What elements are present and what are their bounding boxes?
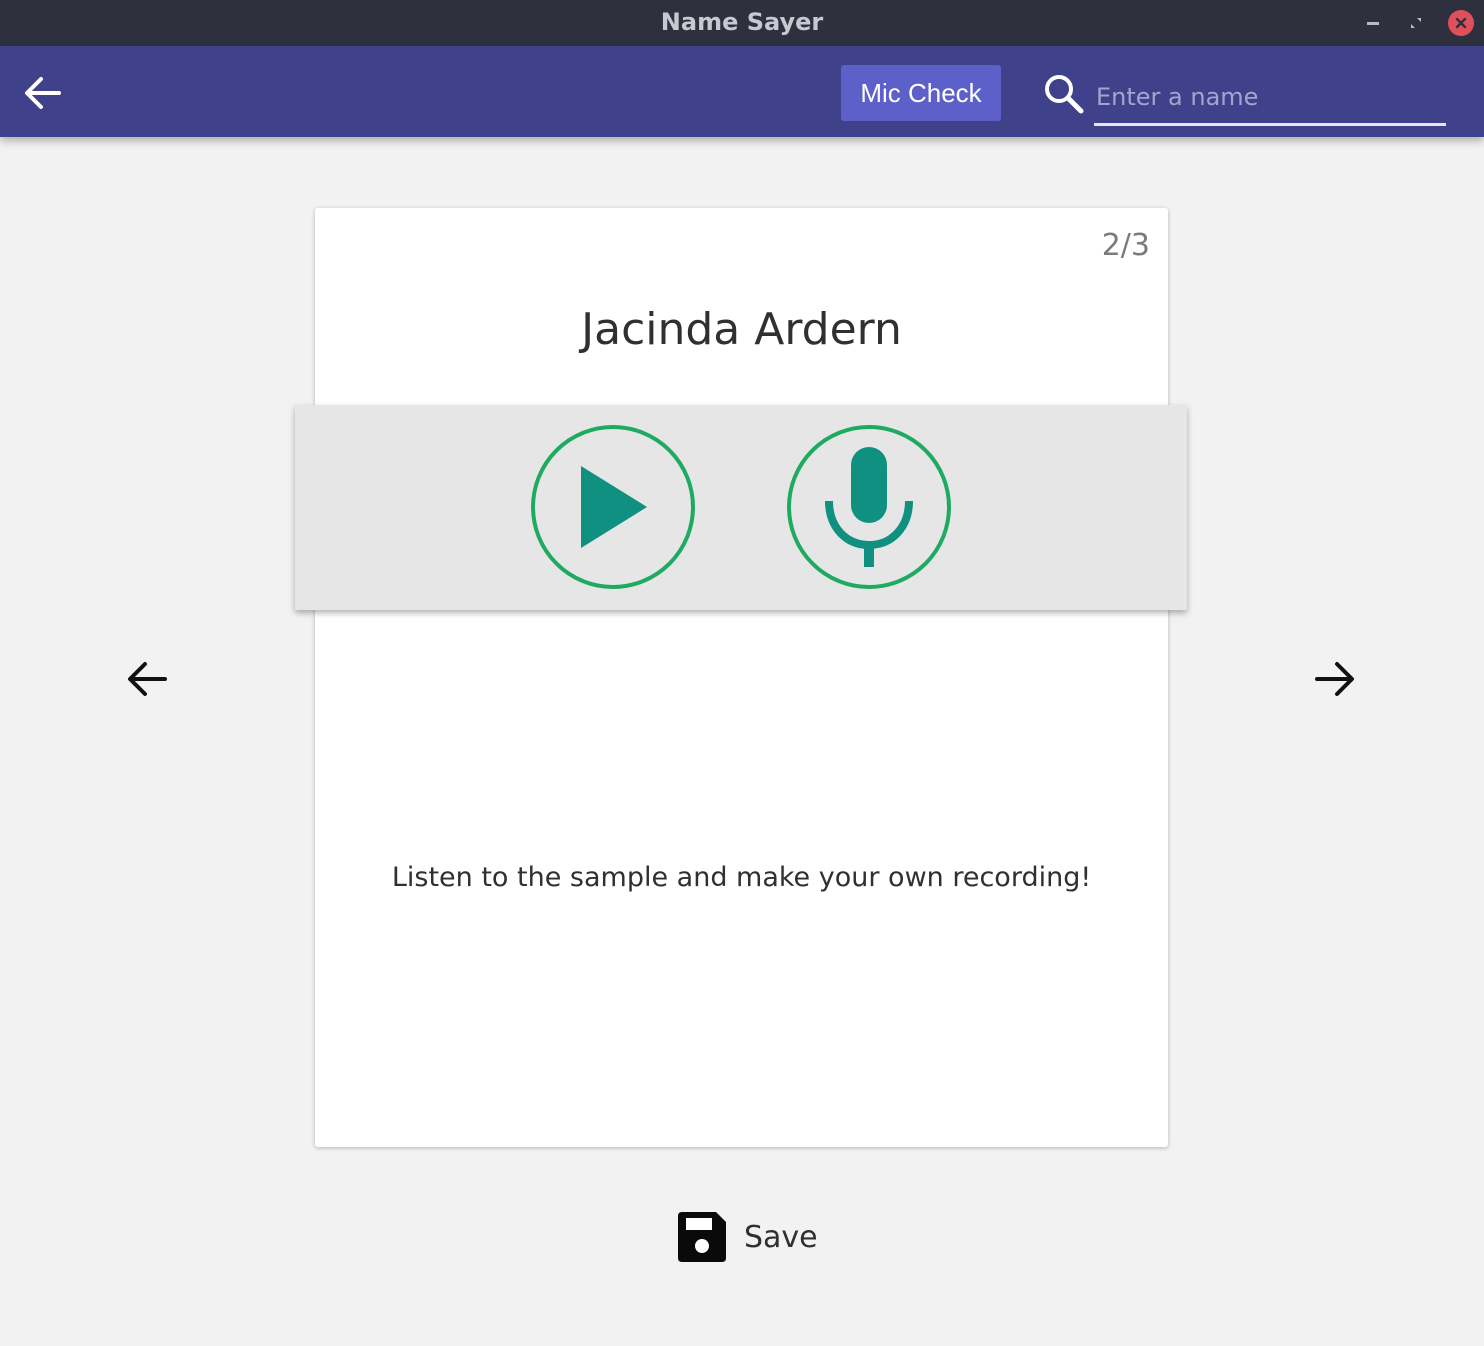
search-icon	[1040, 70, 1088, 118]
save-label: Save	[744, 1219, 818, 1255]
microphone-icon	[825, 447, 913, 567]
record-button[interactable]	[787, 425, 951, 589]
window-titlebar: Name Sayer	[0, 0, 1484, 46]
back-button[interactable]	[18, 68, 68, 118]
minimize-icon	[1367, 22, 1379, 25]
window-title: Name Sayer	[660, 8, 824, 36]
close-icon	[1448, 10, 1474, 36]
app-bar: Mic Check	[0, 46, 1484, 137]
mic-check-button[interactable]: Mic Check	[841, 65, 1001, 121]
arrow-left-icon	[128, 662, 167, 696]
search-input[interactable]	[1094, 70, 1446, 126]
save-button[interactable]: Save	[676, 1208, 818, 1266]
close-button[interactable]	[1448, 10, 1474, 36]
restore-icon	[1411, 18, 1421, 28]
play-button[interactable]	[531, 425, 695, 589]
arrow-left-icon	[25, 77, 61, 109]
card-counter: 2/3	[1101, 228, 1150, 263]
play-icon	[581, 466, 647, 548]
minimize-button[interactable]	[1360, 10, 1386, 36]
floppy-disk-icon	[678, 1212, 726, 1262]
instruction-text: Listen to the sample and make your own r…	[391, 862, 1092, 893]
next-name-button[interactable]	[1308, 652, 1362, 706]
name-card: 2/3 Jacinda Ardern Listen to the sample …	[315, 208, 1168, 1147]
restore-button[interactable]	[1403, 10, 1429, 36]
name-title: Jacinda Ardern	[581, 304, 902, 355]
previous-name-button[interactable]	[120, 652, 174, 706]
playback-controls	[295, 405, 1187, 610]
arrow-right-icon	[1315, 662, 1354, 696]
